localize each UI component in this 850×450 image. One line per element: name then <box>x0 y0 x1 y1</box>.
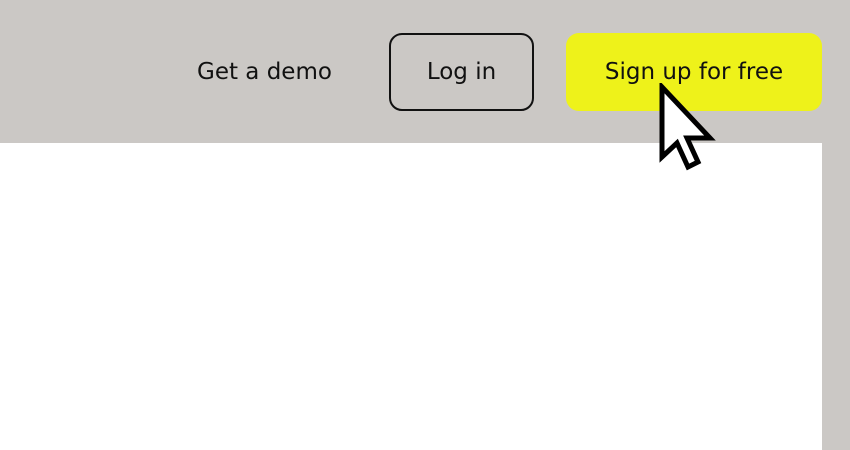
sign-up-for-free-button[interactable]: Sign up for free <box>566 33 822 111</box>
main-content-area <box>0 143 822 450</box>
get-a-demo-link[interactable]: Get a demo <box>197 52 332 92</box>
site-header: Get a demo Log in Sign up for free <box>0 0 850 143</box>
log-in-button[interactable]: Log in <box>389 33 534 111</box>
